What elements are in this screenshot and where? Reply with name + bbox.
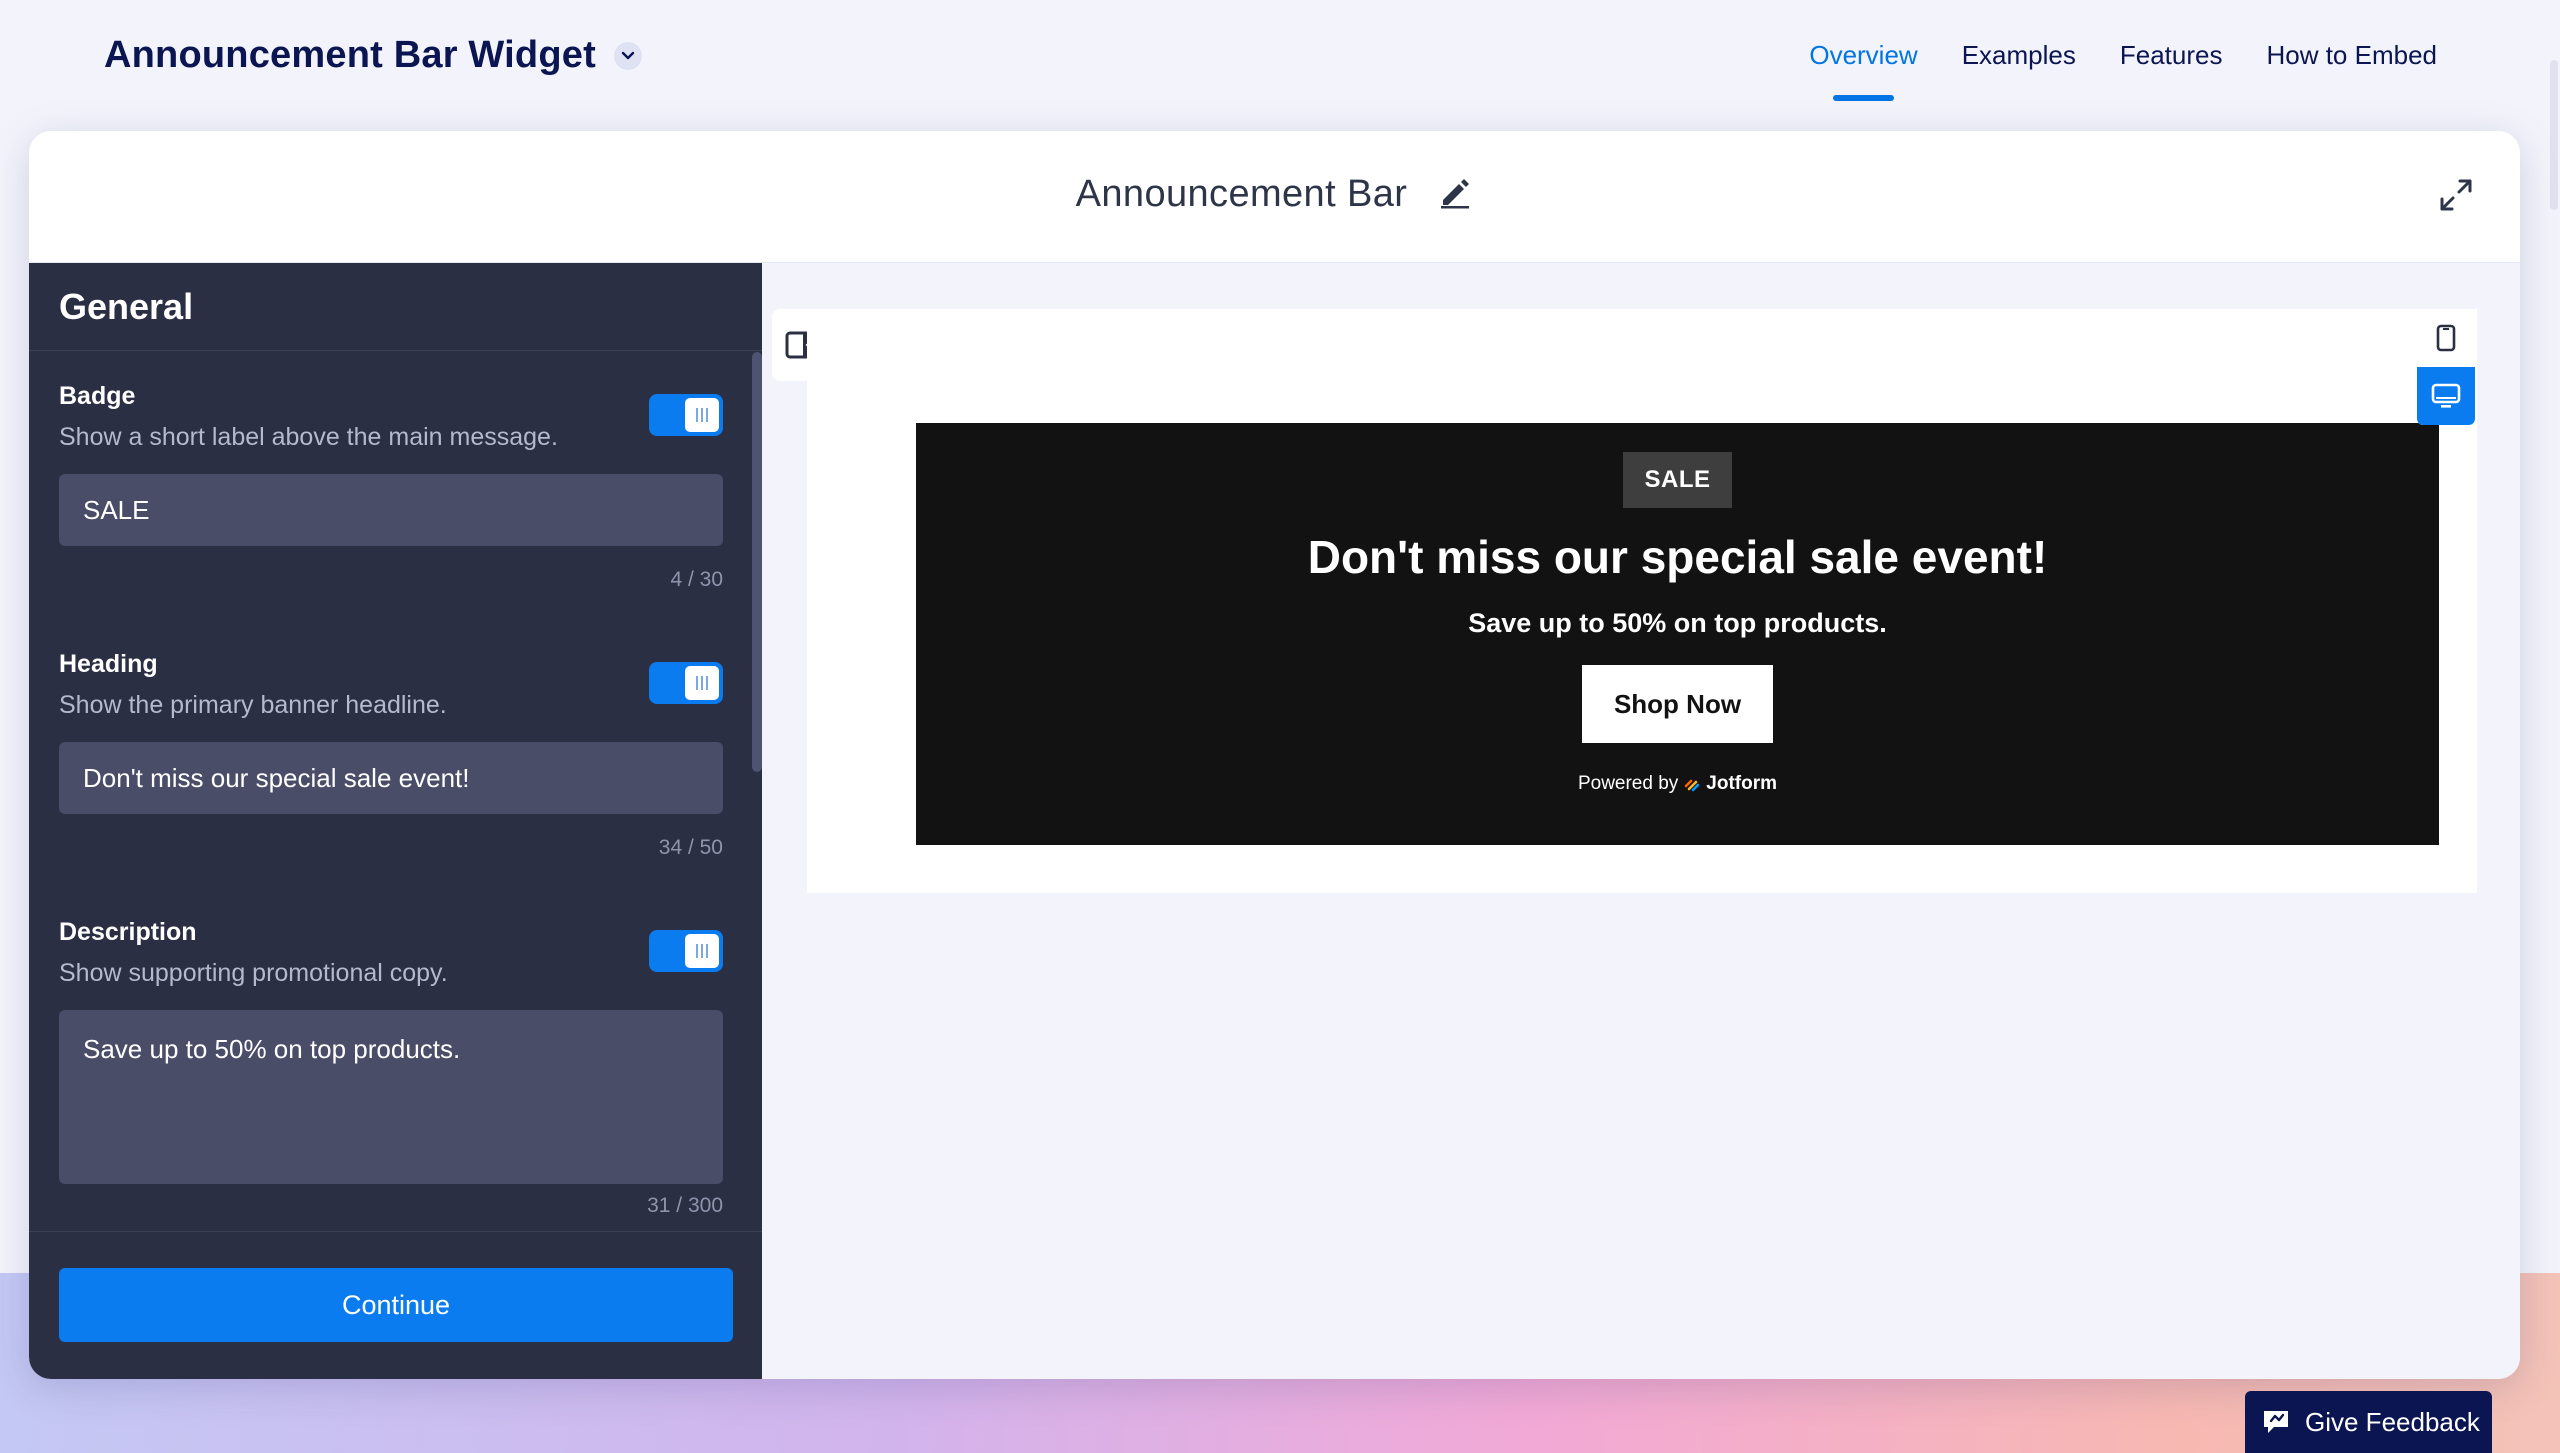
mobile-view-button[interactable] (2417, 309, 2475, 367)
powered-by-label: Powered by (1577, 773, 1679, 794)
feedback-icon (2264, 1411, 2288, 1433)
toggle-knob (685, 666, 719, 700)
badge-input[interactable]: SALE (59, 474, 723, 546)
heading-field: Heading Show the primary banner headline… (59, 650, 723, 890)
badge-field: Badge Show a short label above the main … (59, 382, 723, 622)
jotform-logo-icon (1684, 779, 1700, 792)
device-switcher (2417, 309, 2475, 425)
editor-header: Announcement Bar (29, 131, 2520, 263)
editor-title: Announcement Bar (1075, 173, 1408, 215)
expand-icon[interactable] (2436, 175, 2476, 215)
editor-card: Announcement Bar General Badge Show a sh… (29, 131, 2520, 1379)
panel-footer: Continue (29, 1231, 762, 1379)
heading-counter: 34 / 50 (658, 836, 723, 859)
description-toggle[interactable] (649, 930, 723, 972)
badge-label: Badge (59, 382, 136, 410)
top-header: Announcement Bar Widget Overview Example… (0, 0, 2560, 210)
mobile-icon (2436, 324, 2456, 352)
description-counter: 31 / 300 (647, 1194, 723, 1217)
description-textarea[interactable]: Save up to 50% on top products. (59, 1010, 723, 1184)
continue-button[interactable]: Continue (59, 1268, 733, 1342)
panel-title: General (59, 285, 194, 327)
chevron-down-icon[interactable] (613, 41, 642, 70)
heading-input[interactable]: Don't miss our special sale event! (59, 742, 723, 814)
shop-now-button[interactable]: Shop Now (1582, 665, 1773, 743)
pencil-icon[interactable] (1437, 174, 1473, 215)
panel-body: Badge Show a short label above the main … (29, 352, 762, 1232)
settings-panel: General Badge Show a short label above t… (29, 263, 762, 1379)
nav-overview[interactable]: Overview (1809, 40, 1918, 101)
page-scrollbar[interactable] (2548, 60, 2560, 220)
banner-description: Save up to 50% on top products. (1468, 608, 1887, 638)
heading-toggle[interactable] (649, 662, 723, 704)
powered-by-brand: Jotform (1706, 773, 1778, 794)
toggle-knob (685, 398, 719, 432)
nav-features[interactable]: Features (2120, 40, 2223, 71)
description-description: Show supporting promotional copy. (59, 959, 448, 987)
announcement-banner: SALE Don't miss our special sale event! … (916, 423, 2439, 845)
banner-badge: SALE (1623, 452, 1732, 508)
desktop-view-button[interactable] (2417, 367, 2475, 425)
nav-how-to-embed[interactable]: How to Embed (2266, 40, 2437, 71)
heading-description: Show the primary banner headline. (59, 691, 447, 719)
preview-area: SALE Don't miss our special sale event! … (762, 263, 2520, 1379)
panel-header: General (29, 263, 762, 351)
give-feedback-button[interactable]: Give Feedback (2245, 1391, 2492, 1453)
panel-scrollbar[interactable] (752, 352, 762, 772)
desktop-icon (2431, 383, 2461, 408)
badge-toggle[interactable] (649, 394, 723, 436)
app-title: Announcement Bar Widget (104, 34, 596, 76)
give-feedback-label: Give Feedback (2305, 1406, 2480, 1437)
description-field: Description Show supporting promotional … (59, 918, 723, 1232)
badge-description: Show a short label above the main messag… (59, 423, 558, 451)
description-label: Description (59, 918, 197, 946)
nav-examples[interactable]: Examples (1962, 40, 2076, 71)
top-nav: Overview Examples Features How to Embed (1809, 40, 2437, 101)
preview-frame: SALE Don't miss our special sale event! … (807, 309, 2477, 893)
heading-label: Heading (59, 650, 158, 678)
badge-counter: 4 / 30 (670, 568, 723, 591)
banner-heading: Don't miss our special sale event! (1307, 531, 2048, 583)
powered-by[interactable]: Powered by Jotform (1578, 773, 1777, 795)
brand: Announcement Bar Widget (104, 34, 642, 77)
toggle-knob (685, 934, 719, 968)
